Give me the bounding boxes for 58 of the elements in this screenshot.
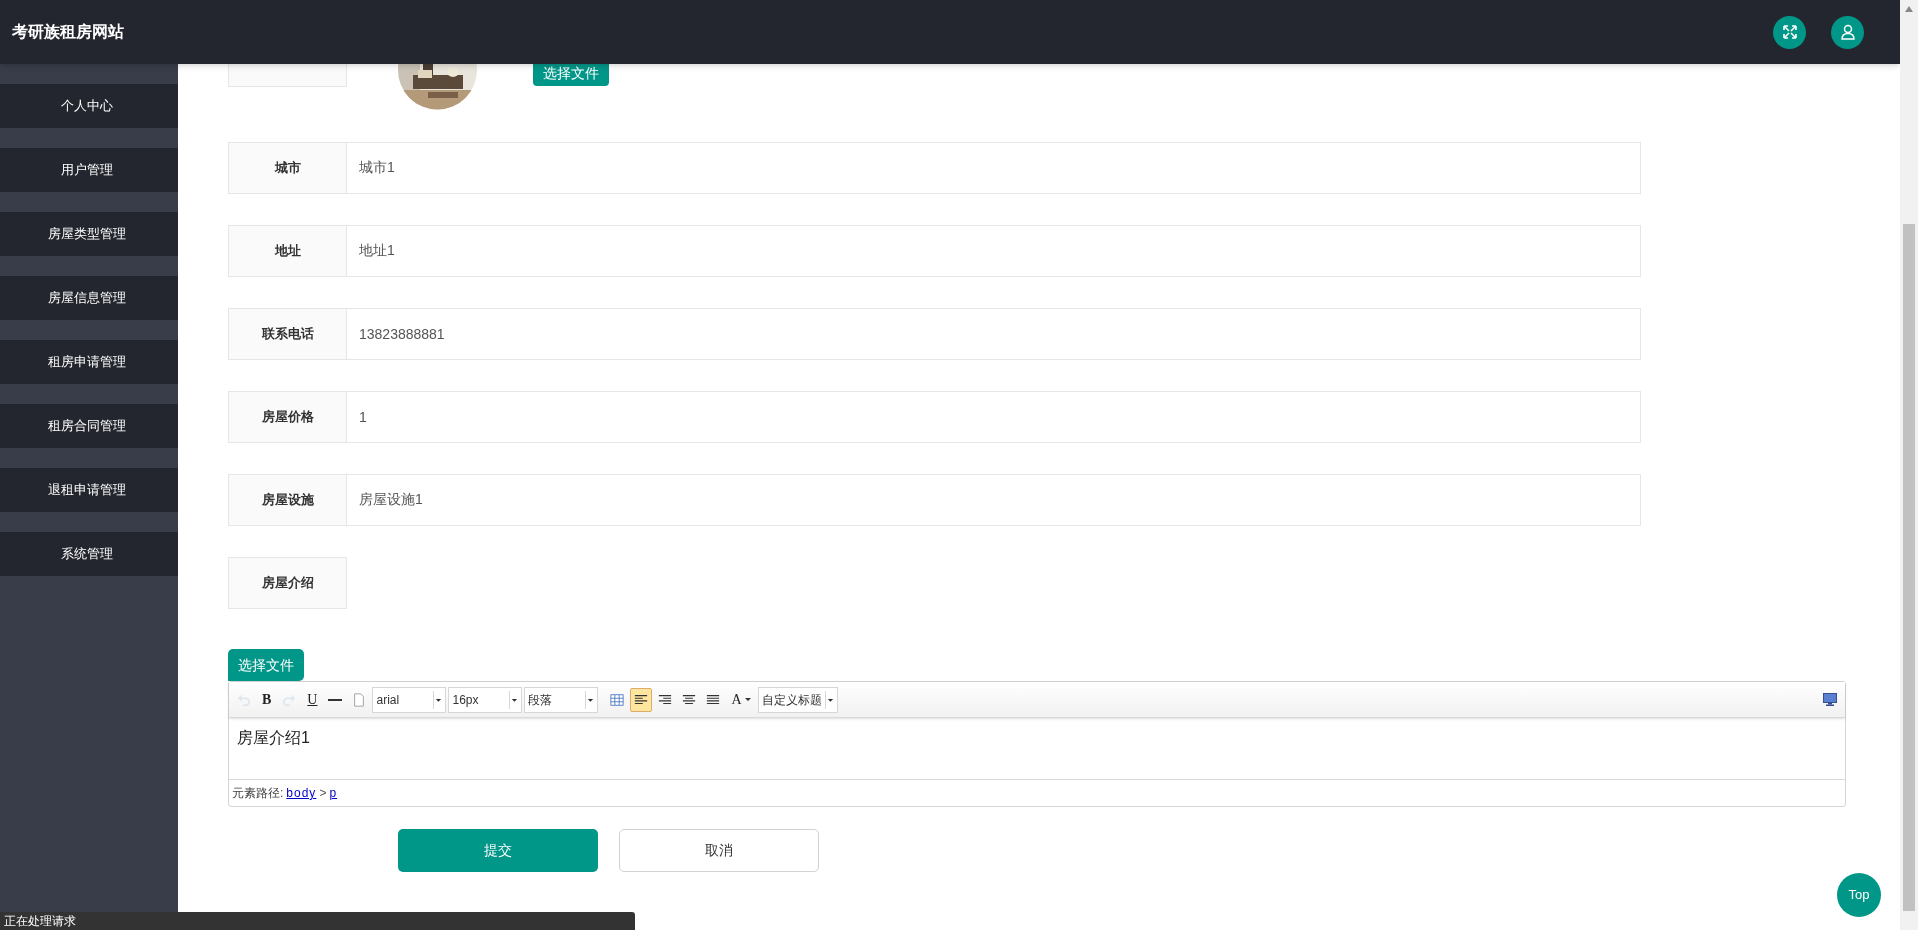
site-title: 考研族租房网站 xyxy=(12,22,124,42)
field-label: 房屋介绍 xyxy=(228,557,347,609)
sidebar-item[interactable]: 租房申请管理 xyxy=(0,340,178,384)
sidebar-item[interactable]: 个人中心 xyxy=(0,84,178,128)
input-field[interactable]: 房屋设施1 xyxy=(347,474,1641,526)
editor-content[interactable]: 房屋介绍1 xyxy=(237,726,1837,750)
monitor-icon xyxy=(1823,693,1837,706)
caret-icon xyxy=(509,690,519,709)
path-link[interactable]: body xyxy=(286,784,317,802)
sidebar-item[interactable]: 房屋信息管理 xyxy=(0,276,178,320)
dropdown-field[interactable]: arial xyxy=(372,686,447,713)
expand-icon xyxy=(1781,24,1798,40)
page-icon xyxy=(352,692,367,707)
align-left-icon xyxy=(634,692,649,707)
path-separator: > xyxy=(319,785,327,802)
cancel-button[interactable]: 取消 xyxy=(619,829,819,872)
submit-button[interactable]: 提交 xyxy=(398,829,598,872)
align-center-icon xyxy=(682,692,697,707)
field-label: 房屋价格 xyxy=(228,391,347,443)
field-label: 房屋设施 xyxy=(228,474,347,526)
back-to-top-button[interactable]: Top xyxy=(1837,873,1881,917)
sidebar-item[interactable]: 租房合同管理 xyxy=(0,404,178,448)
sidebar-item[interactable]: 退租申请管理 xyxy=(0,468,178,512)
font-color-button[interactable]: A xyxy=(726,687,756,712)
scroll-up-icon[interactable] xyxy=(1905,6,1913,12)
dropdown-field[interactable]: 段落 xyxy=(524,686,599,713)
field-label: 地址 xyxy=(228,225,347,277)
sidebar-item[interactable]: 房屋类型管理 xyxy=(0,212,178,256)
underline-button[interactable]: U xyxy=(302,687,323,712)
dropdown-field[interactable]: 自定义标题 xyxy=(757,686,838,713)
caret-icon xyxy=(585,690,595,709)
input-field[interactable]: 城市1 xyxy=(347,142,1641,194)
sidebar-item[interactable]: 用户管理 xyxy=(0,148,178,192)
input-field[interactable]: 地址1 xyxy=(347,225,1641,277)
choose-file-button[interactable]: 选择文件 xyxy=(533,64,609,86)
align-right-icon xyxy=(658,692,673,707)
field-label: 城市 xyxy=(228,142,347,194)
user-button[interactable] xyxy=(1831,15,1864,49)
caret-icon xyxy=(744,698,751,701)
align-left-button[interactable] xyxy=(630,687,653,712)
bold-button[interactable]: B xyxy=(257,687,277,712)
field-label: 联系电话 xyxy=(228,308,347,360)
table-icon xyxy=(610,692,625,707)
user-icon xyxy=(1839,24,1856,40)
path-link[interactable]: p xyxy=(329,784,338,802)
input-field[interactable]: 1 xyxy=(347,391,1641,443)
fullscreen-button[interactable] xyxy=(1773,15,1806,49)
status-text: 正在处理请求 xyxy=(3,913,77,928)
dropdown-field[interactable]: 16px xyxy=(448,686,523,713)
caret-icon xyxy=(824,690,834,709)
element-path-label: 元素路径: xyxy=(232,785,284,802)
caret-icon xyxy=(433,690,443,709)
choose-file-button[interactable]: 选择文件 xyxy=(228,649,304,681)
scrollbar[interactable] xyxy=(1900,0,1918,930)
justify-icon xyxy=(706,692,721,707)
input-field[interactable]: 13823888881 xyxy=(347,308,1641,360)
sidebar-item[interactable]: 系统管理 xyxy=(0,532,178,576)
horizontal-line-icon xyxy=(328,698,343,701)
